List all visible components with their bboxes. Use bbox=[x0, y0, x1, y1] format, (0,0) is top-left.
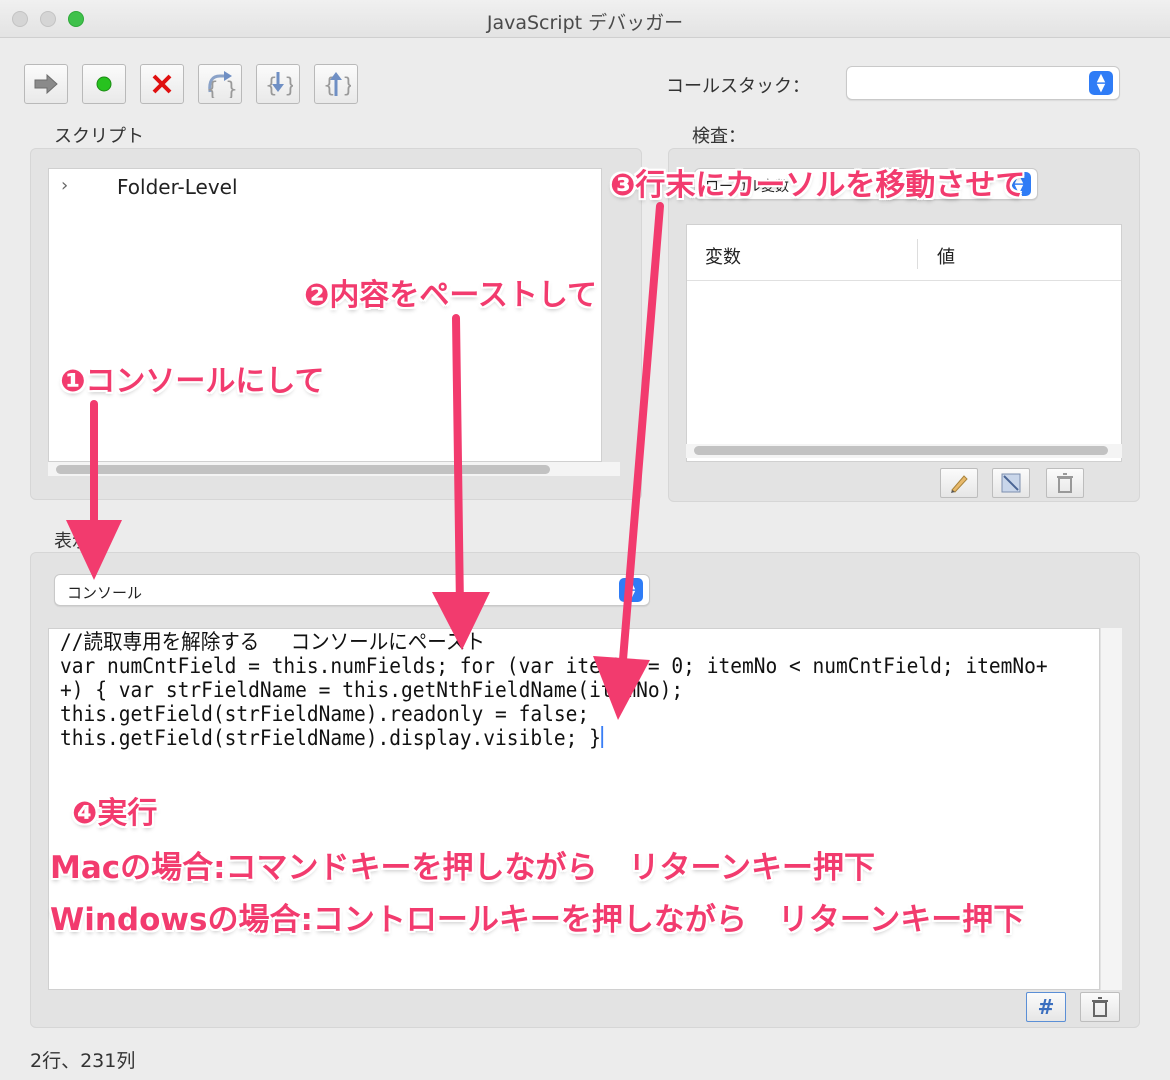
delete-variable-button[interactable] bbox=[1046, 468, 1084, 498]
console-scrollbar[interactable] bbox=[1100, 628, 1122, 990]
pencil-icon bbox=[951, 475, 968, 493]
scripts-scrollbar[interactable] bbox=[48, 462, 620, 476]
step-over-green-icon bbox=[96, 76, 112, 92]
step-out-button[interactable]: { } bbox=[314, 64, 358, 104]
line-numbers-button[interactable]: # bbox=[1026, 992, 1066, 1022]
edit-button[interactable] bbox=[940, 468, 978, 498]
code-line: this.getField(strFieldName).readonly = f… bbox=[60, 702, 590, 726]
text-cursor bbox=[600, 726, 603, 748]
table-header: 変数 値 bbox=[687, 225, 1121, 281]
step-over-icon: { } bbox=[206, 71, 236, 98]
step-over-button[interactable]: { } bbox=[198, 64, 242, 104]
stop-icon bbox=[152, 74, 172, 94]
code-line: +) { var strFieldName = this.getNthField… bbox=[60, 678, 684, 702]
inspect-label: 検査： bbox=[692, 126, 746, 147]
annotation-step1: ❶コンソールにして bbox=[60, 364, 325, 399]
title-bar: JavaScript デバッガー bbox=[0, 0, 1170, 38]
stop-button[interactable] bbox=[140, 64, 184, 104]
hash-icon: # bbox=[1037, 995, 1055, 1019]
annotation-step3: ❸行末にカーソルを移動させて bbox=[610, 168, 1026, 203]
svg-text:{ }: { } bbox=[206, 77, 236, 98]
details-button[interactable] bbox=[992, 468, 1030, 498]
column-header-value[interactable]: 値 bbox=[937, 243, 955, 269]
view-select-value: コンソール bbox=[67, 584, 143, 602]
scripts-scrollbar-thumb[interactable] bbox=[56, 465, 550, 474]
callstack-label: コールスタック： bbox=[666, 76, 810, 97]
trash-icon bbox=[1092, 997, 1108, 1017]
step-run-button[interactable] bbox=[82, 64, 126, 104]
continue-icon bbox=[34, 73, 58, 95]
annotation-windows: Windowsの場合:コントロールキーを押しながら リターンキー押下 bbox=[50, 902, 1025, 938]
view-select[interactable]: コンソール ▲ ▼ bbox=[54, 574, 650, 606]
step-out-icon: { } bbox=[323, 72, 351, 97]
scripts-tree[interactable]: › Folder-Level bbox=[48, 168, 602, 462]
console-code[interactable]: //読取専用を解除する コンソールにペースト var numCntField = … bbox=[60, 630, 1048, 750]
annotation-mac: Macの場合:コマンドキーを押しながら リターンキー押下 bbox=[50, 850, 875, 886]
continue-button[interactable] bbox=[24, 64, 68, 104]
chevron-updown-icon: ▲ ▼ bbox=[619, 578, 643, 602]
scripts-label: スクリプト bbox=[54, 126, 144, 147]
code-line: var numCntField = this.numFields; for (v… bbox=[60, 654, 1048, 678]
variables-scrollbar[interactable] bbox=[686, 444, 1122, 458]
tree-item-folder-level[interactable]: Folder-Level bbox=[117, 175, 238, 199]
clear-console-button[interactable] bbox=[1080, 992, 1120, 1022]
code-line: this.getField(strFieldName).display.visi… bbox=[60, 726, 601, 750]
trash-icon bbox=[1057, 473, 1073, 493]
chevron-updown-icon: ▲ ▼ bbox=[1089, 71, 1113, 95]
annotation-step2: ❷内容をペーストして bbox=[304, 278, 598, 313]
column-header-variable[interactable]: 変数 bbox=[705, 243, 741, 269]
step-into-button[interactable]: { } bbox=[256, 64, 300, 104]
disclosure-chevron-icon[interactable]: › bbox=[61, 175, 68, 196]
view-label: 表示 bbox=[54, 531, 90, 552]
status-text: 2行、231列 bbox=[30, 1050, 136, 1072]
code-line: //読取専用を解除する コンソールにペースト bbox=[60, 630, 485, 654]
callstack-select[interactable]: ▲ ▼ bbox=[846, 66, 1120, 100]
column-divider bbox=[917, 239, 918, 269]
grid-edit-icon bbox=[1001, 473, 1021, 493]
annotation-step4: ❹実行 bbox=[72, 796, 158, 831]
variables-scrollbar-thumb[interactable] bbox=[694, 446, 1108, 455]
step-into-icon: { } bbox=[265, 72, 293, 97]
window-title: JavaScript デバッガー bbox=[486, 12, 684, 34]
variables-table: 変数 値 bbox=[686, 224, 1122, 462]
